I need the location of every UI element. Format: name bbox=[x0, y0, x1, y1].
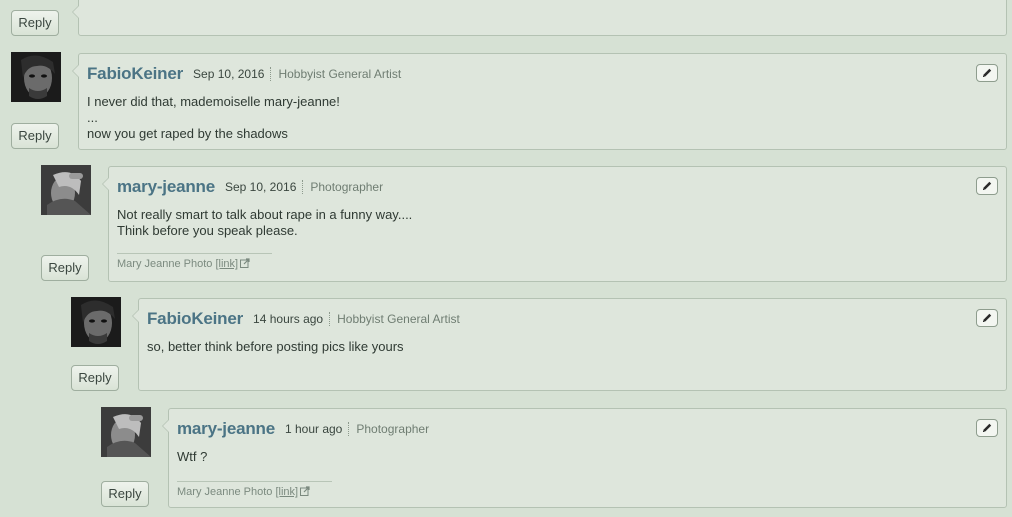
edit-button[interactable] bbox=[976, 419, 998, 437]
username-link[interactable]: mary-jeanne bbox=[177, 419, 275, 438]
edit-button[interactable] bbox=[976, 64, 998, 82]
edit-button[interactable] bbox=[976, 177, 998, 195]
pencil-icon bbox=[983, 68, 992, 77]
signature: Mary Jeanne Photo [link] bbox=[117, 253, 272, 271]
signature-text: Mary Jeanne Photo bbox=[117, 258, 213, 270]
divider bbox=[270, 67, 272, 81]
username-link[interactable]: mary-jeanne bbox=[117, 177, 215, 196]
comment-line: ... bbox=[87, 110, 98, 125]
external-link-icon bbox=[240, 258, 250, 271]
reply-button[interactable]: Reply bbox=[41, 255, 89, 281]
comment-header: mary-jeanne 1 hour ago Photographer bbox=[177, 419, 429, 439]
comment-date[interactable]: 1 hour ago bbox=[285, 422, 342, 436]
comment-box: mary-jeanne Sep 10, 2016 Photographer Not … bbox=[102, 166, 1007, 282]
avatar[interactable] bbox=[41, 165, 91, 215]
comment-line: now you get raped by the shadows bbox=[87, 126, 288, 141]
comment-box: mary-jeanne 1 hour ago Photographer Wtf ? … bbox=[162, 408, 1007, 508]
signature: Mary Jeanne Photo [link] bbox=[177, 481, 332, 499]
comment-text: I never did that, mademoiselle mary-jean… bbox=[87, 94, 340, 142]
external-link-icon bbox=[300, 486, 310, 499]
divider bbox=[348, 422, 350, 436]
previous-comment-box bbox=[72, 0, 1007, 36]
avatar[interactable] bbox=[101, 407, 151, 457]
edit-button[interactable] bbox=[976, 309, 998, 327]
avatar-image bbox=[101, 407, 151, 457]
signature-text: Mary Jeanne Photo bbox=[177, 486, 273, 498]
comment-line: Think before you speak please. bbox=[117, 223, 298, 238]
comment-header: mary-jeanne Sep 10, 2016 Photographer bbox=[117, 177, 383, 197]
comment-header: FabioKeiner 14 hours ago Hobbyist General … bbox=[147, 309, 460, 329]
user-type: Photographer bbox=[310, 180, 384, 194]
username-link[interactable]: FabioKeiner bbox=[87, 64, 183, 83]
divider bbox=[329, 312, 331, 326]
signature-link[interactable]: [link] bbox=[215, 258, 238, 270]
signature-link[interactable]: [link] bbox=[275, 486, 298, 498]
divider bbox=[302, 180, 304, 194]
avatar[interactable] bbox=[71, 297, 121, 347]
comment-date[interactable]: 14 hours ago bbox=[253, 312, 323, 326]
reply-button[interactable]: Reply bbox=[11, 123, 59, 149]
comment-text: Not really smart to talk about rape in a… bbox=[117, 207, 412, 239]
avatar-image bbox=[41, 165, 91, 215]
comment-date[interactable]: Sep 10, 2016 bbox=[225, 180, 296, 194]
reply-button[interactable]: Reply bbox=[101, 481, 149, 507]
avatar-image bbox=[11, 52, 61, 102]
comment-date[interactable]: Sep 10, 2016 bbox=[193, 67, 264, 81]
comment-box: FabioKeiner Sep 10, 2016 Hobbyist General … bbox=[72, 53, 1007, 150]
user-type: Hobbyist General Artist bbox=[337, 312, 460, 326]
reply-button[interactable]: Reply bbox=[71, 365, 119, 391]
user-type: Hobbyist General Artist bbox=[278, 67, 402, 81]
pencil-icon bbox=[983, 423, 992, 432]
comment-text: so, better think before posting pics lik… bbox=[147, 339, 404, 355]
pencil-icon bbox=[983, 181, 992, 190]
comment-text: Wtf ? bbox=[177, 449, 207, 465]
comment-box: FabioKeiner 14 hours ago Hobbyist General … bbox=[132, 298, 1007, 391]
comment-line: Wtf ? bbox=[177, 449, 208, 464]
avatar[interactable] bbox=[11, 52, 61, 102]
comment-header: FabioKeiner Sep 10, 2016 Hobbyist General … bbox=[87, 64, 401, 84]
username-link[interactable]: FabioKeiner bbox=[147, 309, 243, 328]
user-type: Photographer bbox=[356, 422, 430, 436]
reply-button[interactable]: Reply bbox=[11, 10, 59, 36]
pencil-icon bbox=[983, 313, 992, 322]
comment-line: I never did that, mademoiselle mary-jean… bbox=[87, 94, 340, 109]
comment-line: Not really smart to talk about rape in a… bbox=[117, 207, 413, 222]
comment-line: so, better think before posting pics lik… bbox=[147, 339, 404, 354]
avatar-image bbox=[71, 297, 121, 347]
